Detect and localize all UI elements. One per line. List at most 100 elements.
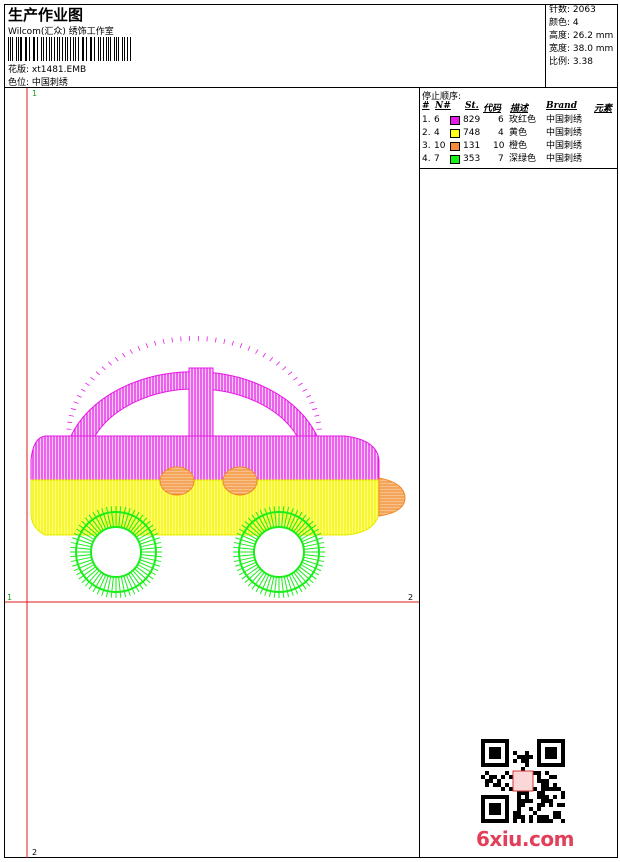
- row-index: 1.: [422, 114, 431, 127]
- row-index: 4.: [422, 153, 431, 166]
- qr-module: [485, 771, 489, 775]
- qr-module: [533, 787, 537, 791]
- roof-stitch: [207, 337, 208, 342]
- qr-module: [553, 811, 557, 815]
- qr-module: [561, 739, 565, 743]
- row-needle: 7: [434, 153, 440, 166]
- qr-module: [549, 751, 553, 755]
- design-height: 高度: 26.2 mm: [549, 30, 618, 43]
- qr-module: [497, 747, 501, 751]
- qr-module: [541, 799, 545, 803]
- qr-code-graphic: [481, 739, 565, 823]
- qr-module: [537, 763, 541, 767]
- qr-module: [517, 811, 521, 815]
- qr-module: [553, 787, 557, 791]
- roof-stitch: [90, 377, 94, 380]
- qr-module: [501, 763, 505, 767]
- wheel-stitch: [233, 547, 254, 549]
- qr-module: [549, 747, 553, 751]
- color-swatch: [450, 129, 460, 138]
- qr-module: [501, 819, 505, 823]
- qr-module: [493, 763, 497, 767]
- roof-stitch: [74, 402, 79, 404]
- roof-stitch: [122, 353, 125, 357]
- qr-module: [553, 783, 557, 787]
- roof-stitch: [312, 408, 317, 409]
- qr-module: [525, 799, 529, 803]
- barcode: [8, 37, 132, 61]
- qr-module: [489, 803, 493, 807]
- qr-module: [497, 739, 501, 743]
- qr-module: [497, 763, 501, 767]
- qr-module: [505, 803, 509, 807]
- qr-code[interactable]: [481, 739, 565, 823]
- qr-module: [525, 763, 529, 767]
- qr-module: [521, 803, 525, 807]
- qr-module: [541, 779, 545, 783]
- qr-module: [485, 783, 489, 787]
- qr-module: [545, 787, 549, 791]
- row-stitches: 829: [463, 114, 480, 127]
- qr-module: [549, 755, 553, 759]
- qr-module: [537, 739, 541, 743]
- roof-stitch: [314, 415, 319, 416]
- qr-module: [557, 803, 561, 807]
- qr-module: [529, 819, 533, 823]
- roof-stitch: [181, 337, 182, 342]
- roof-stitch: [294, 377, 298, 380]
- qr-module: [485, 739, 489, 743]
- row-code: 4: [498, 127, 504, 140]
- qr-module: [481, 815, 485, 819]
- qr-module: [481, 795, 485, 799]
- roof-stitch: [298, 383, 302, 386]
- embroidery-preview: 1 1 2 2: [5, 88, 419, 858]
- wheel-stitch: [141, 547, 162, 549]
- qr-module: [481, 751, 485, 755]
- qr-module: [505, 739, 509, 743]
- roof-stitch: [115, 357, 118, 361]
- qr-module: [505, 815, 509, 819]
- qr-module: [517, 799, 521, 803]
- roof-stitch: [96, 372, 100, 375]
- guide-marker-left: 1: [7, 593, 12, 602]
- qr-module: [549, 787, 553, 791]
- barcode-bar: [86, 37, 87, 61]
- qr-module: [545, 747, 549, 751]
- company-name: Wilcom(汇众) 绣饰工作室: [8, 24, 114, 37]
- qr-module: [505, 819, 509, 823]
- qr-module: [517, 755, 521, 759]
- qr-module: [557, 811, 561, 815]
- qr-module: [553, 763, 557, 767]
- row-index: 3.: [422, 140, 431, 153]
- roof-stitch: [71, 408, 76, 409]
- row-needle: 6: [434, 114, 440, 127]
- roof-stitch: [303, 389, 307, 391]
- row-needle: 10: [434, 140, 445, 153]
- qr-module: [517, 815, 521, 819]
- header-code: 代码: [483, 101, 501, 114]
- qr-module: [497, 795, 501, 799]
- qr-module: [497, 751, 501, 755]
- qr-module: [525, 751, 529, 755]
- qr-module: [529, 815, 533, 819]
- row-desc: 深绿色: [509, 153, 536, 166]
- qr-module: [553, 775, 557, 779]
- qr-module: [537, 815, 541, 819]
- page-title: 生产作业图: [8, 4, 83, 25]
- header-no: N#: [435, 101, 451, 111]
- qr-module: [529, 799, 533, 803]
- qr-module: [557, 815, 561, 819]
- barcode-bar: [100, 37, 101, 61]
- roof-stitch: [316, 422, 321, 423]
- roof-stitch: [282, 367, 286, 370]
- qr-module: [497, 803, 501, 807]
- qr-module: [489, 775, 493, 779]
- qr-module: [489, 739, 493, 743]
- wheel-stitch: [282, 577, 284, 598]
- row-code: 7: [498, 153, 504, 166]
- qr-module: [505, 811, 509, 815]
- qr-module: [537, 819, 541, 823]
- headlight: [379, 478, 405, 516]
- qr-module: [537, 755, 541, 759]
- thread-row: 3. 10 131 10 橙色 中国刺绣: [420, 140, 619, 153]
